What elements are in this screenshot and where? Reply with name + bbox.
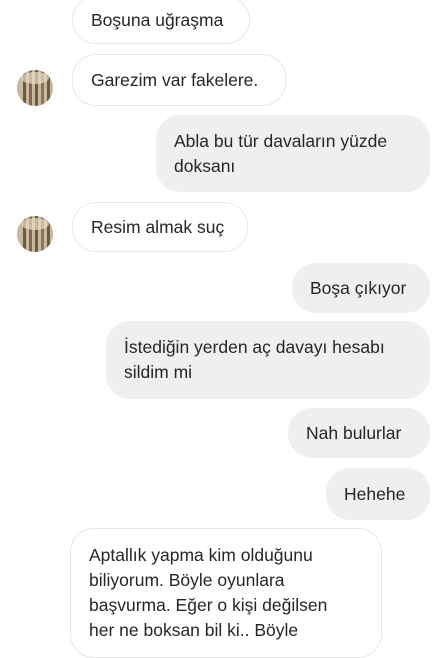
message-text: İstediğin yerden aç davayı hesabı sildim… bbox=[124, 337, 385, 382]
outgoing-message[interactable]: Nah bulurlar bbox=[288, 408, 430, 458]
contact-avatar[interactable] bbox=[17, 216, 53, 252]
outgoing-message[interactable]: Hehehe bbox=[326, 468, 430, 520]
outgoing-message[interactable]: İstediğin yerden aç davayı hesabı sildim… bbox=[106, 321, 430, 399]
incoming-message[interactable]: Resim almak suç bbox=[72, 202, 248, 252]
avatar-photo-icon bbox=[17, 216, 53, 252]
message-text: Hehehe bbox=[344, 483, 406, 504]
incoming-message[interactable]: Garezim var fakelere. bbox=[72, 54, 286, 106]
message-text: Abla bu tür davaların yüzde doksanı bbox=[174, 130, 388, 176]
outgoing-message[interactable]: Abla bu tür davaların yüzde doksanı bbox=[156, 115, 430, 192]
message-text: Nah bulurlar bbox=[306, 422, 402, 443]
message-text: Resim almak suç bbox=[91, 216, 225, 237]
contact-avatar[interactable] bbox=[17, 70, 53, 106]
incoming-message[interactable]: Boşuna uğraşma bbox=[72, 0, 250, 44]
message-text: Boşuna uğraşma bbox=[91, 9, 224, 30]
outgoing-message[interactable]: Boşa çıkıyor bbox=[292, 263, 430, 313]
chat-thread: Boşuna uğraşma Garezim var fakelere. Abl… bbox=[0, 0, 436, 658]
message-text: Garezim var fakelere. bbox=[91, 69, 259, 90]
message-text: Aptallık yapma kim olduğunu biliyorum. B… bbox=[89, 545, 328, 640]
avatar-photo-icon bbox=[17, 70, 53, 106]
message-text: Boşa çıkıyor bbox=[310, 277, 407, 298]
incoming-message[interactable]: Aptallık yapma kim olduğunu biliyorum. B… bbox=[70, 528, 382, 658]
